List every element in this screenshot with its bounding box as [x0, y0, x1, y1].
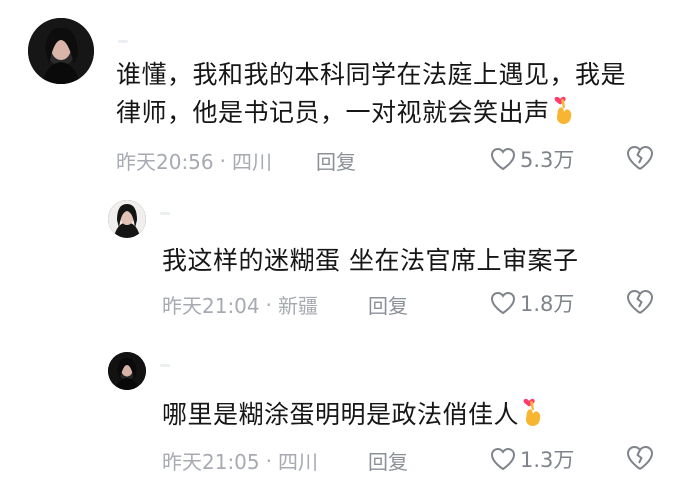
reply-button[interactable]: 回复 — [368, 446, 408, 475]
separator-dot: · — [265, 292, 272, 317]
avatar-portrait-icon — [28, 18, 94, 84]
broken-heart-icon — [627, 146, 653, 170]
broken-heart-icon — [627, 446, 653, 470]
like-button[interactable]: 5.3万 — [490, 144, 574, 174]
like-button[interactable]: 1.3万 — [490, 444, 574, 474]
dislike-button[interactable] — [626, 145, 654, 175]
finger-heart-icon — [521, 398, 547, 439]
separator-dot: · — [219, 148, 226, 173]
heart-outline-icon — [490, 447, 516, 471]
like-button[interactable]: 1.8万 — [490, 288, 574, 318]
comment-time: 昨天21:05 — [162, 450, 260, 474]
like-count: 1.3万 — [520, 448, 575, 472]
dislike-button[interactable] — [626, 445, 654, 475]
avatar[interactable] — [28, 18, 94, 84]
like-count: 5.3万 — [520, 148, 575, 172]
reply-comment-item: 我这样的迷糊蛋 坐在法官席上审案子 昨天21:04 · 新疆 回复 1.8万 — [0, 190, 690, 330]
username-placeholder — [118, 40, 128, 43]
comment-meta: 昨天21:05 · 四川 — [162, 446, 318, 475]
heart-outline-icon — [490, 147, 516, 171]
dislike-button[interactable] — [626, 289, 654, 319]
comment-meta: 昨天20:56 · 四川 — [116, 146, 272, 175]
comment-meta: 昨天21:04 · 新疆 — [162, 290, 318, 319]
username-placeholder — [160, 364, 170, 367]
comment-text: 哪里是糊涂蛋明明是政法俏佳人 — [162, 396, 547, 439]
comment-text: 我这样的迷糊蛋 坐在法官席上审案子 — [162, 246, 579, 275]
like-count: 1.8万 — [520, 292, 575, 316]
finger-heart-icon — [552, 96, 578, 137]
comment-time: 昨天20:56 — [116, 150, 214, 174]
comment-location: 四川 — [232, 150, 272, 174]
username-placeholder — [160, 212, 170, 215]
reply-button[interactable]: 回复 — [316, 146, 356, 175]
comment-text: 谁懂，我和我的本科同学在法庭上遇见，我是 律师，他是书记员，一对视就会笑出声 — [116, 56, 626, 137]
avatar-portrait-icon — [108, 352, 146, 390]
comment-location: 新疆 — [278, 294, 318, 318]
heart-outline-icon — [490, 291, 516, 315]
separator-dot: · — [265, 448, 272, 473]
comment-location: 四川 — [278, 450, 318, 474]
avatar[interactable] — [108, 200, 146, 238]
reply-button[interactable]: 回复 — [368, 290, 408, 319]
broken-heart-icon — [627, 290, 653, 314]
avatar[interactable] — [108, 352, 146, 390]
comment-time: 昨天21:04 — [162, 294, 260, 318]
avatar-portrait-icon — [108, 200, 146, 238]
reply-comment-item: 哪里是糊涂蛋明明是政法俏佳人 昨天21:05 · 四川 回复 1.3万 — [0, 330, 690, 478]
comment-item: 谁懂，我和我的本科同学在法庭上遇见，我是 律师，他是书记员，一对视就会笑出声 昨… — [0, 0, 690, 190]
